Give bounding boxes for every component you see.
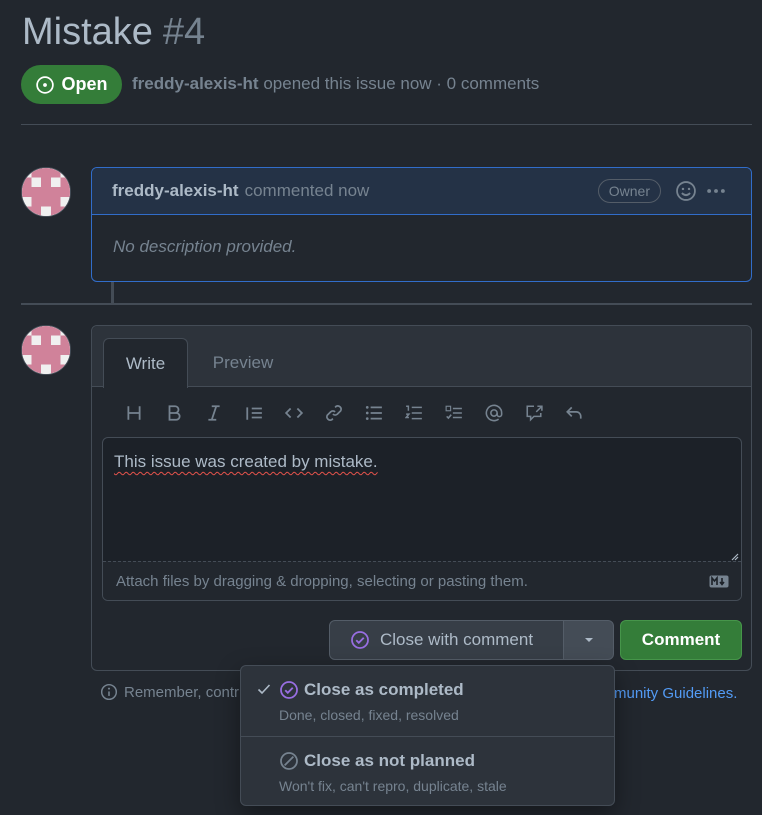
comment-timestamp[interactable]: commented now [245,181,370,201]
code-icon[interactable] [274,400,314,426]
timeline-divider [21,303,752,305]
attach-files-bar[interactable]: Attach files by dragging & dropping, sel… [103,561,741,600]
community-reminder: Remember, contr [100,683,239,701]
issue-state-badge: Open [21,65,122,104]
triangle-down-icon [584,638,593,642]
menu-item-close-completed[interactable]: Close as completed Done, closed, fixed, … [241,666,614,737]
issue-title: Mistake #4 [22,8,205,56]
quote-icon[interactable] [234,400,274,426]
check-circle-icon [351,631,369,649]
issue-title-text: Mistake [22,11,153,53]
close-with-comment-label: Close with comment [380,630,534,649]
close-options-menu: Close as completed Done, closed, fixed, … [240,665,615,806]
numbered-list-icon[interactable] [394,400,434,426]
tab-preview[interactable]: Preview [200,338,286,388]
resize-grip-icon[interactable] [729,551,739,561]
check-circle-icon [280,681,298,699]
comment-button[interactable]: Comment [620,620,742,660]
menu-item-description: Done, closed, fixed, resolved [279,707,459,723]
owner-badge: Owner [597,179,661,203]
comment-header: freddy-alexis-ht commented now Owner [92,168,751,215]
heading-icon[interactable] [114,400,154,426]
comment-card: freddy-alexis-ht commented now Owner No … [91,167,752,282]
tab-write[interactable]: Write [103,338,188,388]
mention-icon[interactable] [474,400,514,426]
menu-item-title: Close as completed [304,680,464,699]
menu-item-title: Close as not planned [304,751,475,770]
avatar[interactable] [21,167,71,217]
comment-author-link[interactable]: freddy-alexis-ht [112,181,239,201]
bullet-list-icon[interactable] [354,400,394,426]
comment-composer: Write Preview This issue was created by … [91,325,752,671]
comment-body: No description provided. [113,237,297,256]
checkmark-icon [257,684,271,695]
reply-icon[interactable] [554,400,594,426]
menu-item-close-not-planned[interactable]: Close as not planned Won't fix, can't re… [241,737,614,807]
task-list-icon[interactable] [434,400,474,426]
cross-reference-icon[interactable] [514,400,554,426]
reaction-smiley-icon[interactable] [675,180,697,202]
timeline-connector [111,282,114,304]
issue-state-label: Open [61,74,108,94]
comment-textarea-value[interactable]: This issue was created by mistake. [114,452,378,472]
community-guidelines-link[interactable]: munity Guidelines. [614,685,737,702]
issue-opened-icon [36,75,55,94]
close-with-comment-button[interactable]: Close with comment [329,620,564,660]
header-divider [21,124,752,125]
markdown-toolbar [114,400,594,426]
close-options-dropdown-button[interactable] [563,620,614,660]
composer-tabs: Write Preview [92,326,751,388]
info-icon [100,683,118,701]
markdown-icon[interactable] [709,575,729,588]
issue-author-link[interactable]: freddy-alexis-ht [132,74,259,93]
skip-circle-icon [280,752,298,770]
attach-files-hint: Attach files by dragging & dropping, sel… [116,572,528,590]
issue-number: #4 [162,11,206,53]
bold-icon[interactable] [154,400,194,426]
comment-textarea[interactable]: This issue was created by mistake. Attac… [102,437,742,601]
kebab-menu-icon[interactable] [705,180,727,202]
link-icon[interactable] [314,400,354,426]
community-reminder-text: Remember, contr [124,683,240,701]
issue-meta: freddy-alexis-ht opened this issue now ·… [132,74,539,94]
identicon-image [22,168,70,216]
menu-item-description: Won't fix, can't repro, duplicate, stale [279,778,507,794]
italic-icon[interactable] [194,400,234,426]
avatar[interactable] [21,325,71,375]
issue-meta-text: opened this issue now · 0 comments [263,74,540,93]
identicon-image [22,326,70,374]
